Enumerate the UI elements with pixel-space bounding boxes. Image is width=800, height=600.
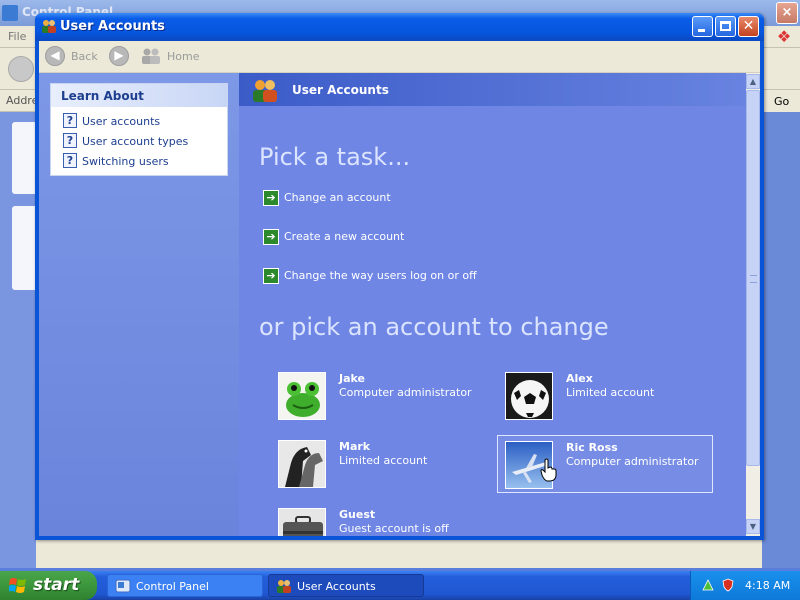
menu-file[interactable]: File <box>8 30 26 43</box>
account-type: Computer administrator <box>339 386 472 399</box>
minimize-button[interactable] <box>692 16 713 37</box>
pick-account-heading: or pick an account to change <box>259 313 609 341</box>
network-icon[interactable] <box>701 578 715 592</box>
home-label[interactable]: Home <box>167 50 199 63</box>
windows-flag-icon <box>9 578 26 593</box>
learn-about-header: Learn About <box>51 84 227 107</box>
scroll-up-button[interactable]: ▲ <box>746 74 760 89</box>
account-picture-briefcase <box>278 508 326 536</box>
clock[interactable]: 4:18 AM <box>745 579 790 592</box>
account-name: Jake <box>339 372 365 385</box>
taskbar-item-control-panel[interactable]: Control Panel <box>107 574 263 597</box>
task-label: Change the way users log on or off <box>284 269 477 282</box>
user-accounts-icon <box>42 20 56 33</box>
close-button[interactable]: ✕ <box>738 16 759 37</box>
vertical-scrollbar[interactable]: ▲ ▼ <box>746 73 760 536</box>
taskbar-item-user-accounts[interactable]: User Accounts <box>268 574 424 597</box>
account-picture-horse <box>278 440 326 488</box>
content-header-title: User Accounts <box>292 83 389 97</box>
system-tray: 4:18 AM <box>690 571 800 600</box>
taskbar-item-label: User Accounts <box>297 580 376 593</box>
learn-about-panel: Learn About ? User accounts ? User accou… <box>50 83 228 176</box>
forward-button[interactable]: ▶ <box>109 46 129 66</box>
account-jake[interactable]: Jake Computer administrator <box>271 367 487 425</box>
green-arrow-icon: ➔ <box>263 268 279 284</box>
help-icon: ? <box>63 153 77 168</box>
learn-item-account-types[interactable]: ? User account types <box>61 133 226 150</box>
pick-task-heading: Pick a task... <box>259 143 411 171</box>
help-icon: ? <box>63 113 77 128</box>
account-name: Alex <box>566 372 593 385</box>
hand-cursor-icon <box>540 458 557 482</box>
learn-item-label: User account types <box>82 135 189 148</box>
right-pane: User Accounts Pick a task... ➔ Change an… <box>239 73 746 536</box>
scroll-thumb[interactable] <box>746 90 760 466</box>
learn-item-user-accounts[interactable]: ? User accounts <box>61 113 226 130</box>
back-button[interactable]: ◀ <box>45 46 65 66</box>
account-ric-ross[interactable]: Ric Ross Computer administrator <box>497 435 713 493</box>
taskbar: start Control Panel User Accounts 4:18 A… <box>0 571 800 600</box>
home-icon[interactable] <box>140 47 162 65</box>
taskbar-item-label: Control Panel <box>136 580 209 593</box>
account-name: Ric Ross <box>566 441 618 454</box>
account-type: Computer administrator <box>566 455 699 468</box>
account-type: Limited account <box>566 386 655 399</box>
account-mark[interactable]: Mark Limited account <box>271 435 487 493</box>
go-button[interactable]: Go <box>764 92 800 112</box>
account-name: Guest <box>339 508 376 521</box>
learn-item-label: User accounts <box>82 115 161 128</box>
help-icon: ? <box>63 133 77 148</box>
start-label: start <box>33 575 80 595</box>
green-arrow-icon: ➔ <box>263 229 279 245</box>
background-right-pane <box>762 112 800 568</box>
go-label: Go <box>774 95 790 108</box>
task-create-account[interactable]: ➔ Create a new account <box>263 228 563 246</box>
windows-logo-icon: ❖ <box>776 27 792 46</box>
control-panel-icon <box>2 5 18 21</box>
start-button[interactable]: start <box>0 571 97 600</box>
account-picture-frog <box>278 372 326 420</box>
content-area: Learn About ? User accounts ? User accou… <box>39 73 760 536</box>
green-arrow-icon: ➔ <box>263 190 279 206</box>
learn-item-label: Switching users <box>82 155 169 168</box>
back-arrow-icon: ◀ <box>50 48 60 62</box>
task-change-account[interactable]: ➔ Change an account <box>263 189 563 207</box>
close-icon: ✕ <box>742 18 755 34</box>
background-close-button[interactable]: × <box>776 2 798 24</box>
user-accounts-icon <box>277 580 291 593</box>
maximize-icon <box>720 21 731 31</box>
forward-arrow-icon: ▶ <box>114 48 124 62</box>
security-shield-icon[interactable] <box>721 578 735 592</box>
account-alex[interactable]: Alex Limited account <box>498 367 714 425</box>
task-change-logon[interactable]: ➔ Change the way users log on or off <box>263 267 563 285</box>
scroll-grip <box>750 275 757 283</box>
user-accounts-window: User Accounts ✕ ◀ Back ▶ Home Learn Abou… <box>35 13 764 540</box>
task-label: Change an account <box>284 191 391 204</box>
content-header: User Accounts <box>239 73 746 106</box>
left-pane: Learn About ? User accounts ? User accou… <box>39 73 239 536</box>
window-title: User Accounts <box>60 19 165 34</box>
maximize-button[interactable] <box>715 16 736 37</box>
minimize-icon <box>698 29 705 32</box>
learn-item-switching-users[interactable]: ? Switching users <box>61 153 226 170</box>
account-picture-soccer-ball <box>505 372 553 420</box>
navigation-bar: ◀ Back ▶ Home <box>39 41 760 73</box>
titlebar[interactable]: User Accounts ✕ <box>35 13 764 41</box>
background-back-button[interactable] <box>8 56 34 82</box>
account-type: Guest account is off <box>339 522 449 535</box>
account-name: Mark <box>339 440 371 453</box>
scroll-down-button[interactable]: ▼ <box>746 519 760 534</box>
learn-about-heading: Learn About <box>61 89 144 103</box>
account-type: Limited account <box>339 454 428 467</box>
account-guest[interactable]: Guest Guest account is off <box>271 503 487 536</box>
task-label: Create a new account <box>284 230 405 243</box>
control-panel-icon <box>115 579 131 593</box>
back-label[interactable]: Back <box>71 50 98 63</box>
user-accounts-icon <box>253 80 277 102</box>
